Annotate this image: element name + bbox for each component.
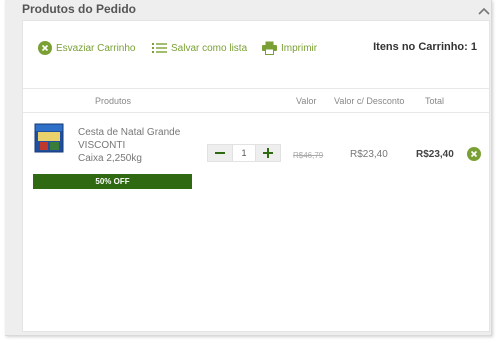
col-header-total: Total bbox=[425, 96, 445, 106]
divider bbox=[23, 88, 489, 89]
cart-count: Itens no Carrinho: 1 bbox=[373, 41, 477, 53]
cart-card: Esvaziar Carrinho Salvar como lista Impr… bbox=[22, 20, 490, 332]
empty-cart-label: Esvaziar Carrinho bbox=[56, 42, 136, 54]
discounted-price: R$23,40 bbox=[350, 149, 388, 160]
product-name-line: Cesta de Natal Grande bbox=[78, 127, 181, 138]
product-name[interactable]: Cesta de Natal Grande VISCONTI Caixa 2,2… bbox=[78, 126, 198, 165]
remove-item-button[interactable] bbox=[467, 147, 481, 161]
col-header-discount-price: Valor c/ Desconto bbox=[334, 96, 405, 106]
line-total: R$23,40 bbox=[416, 149, 454, 160]
minus-icon bbox=[215, 152, 225, 154]
quantity-stepper: 1 bbox=[207, 144, 281, 162]
quantity-input[interactable]: 1 bbox=[232, 145, 256, 161]
chevron-up-icon[interactable] bbox=[477, 3, 491, 15]
save-list-button[interactable]: Salvar como lista bbox=[152, 40, 247, 56]
list-icon bbox=[152, 42, 167, 54]
product-image[interactable] bbox=[32, 121, 66, 155]
product-brand: VISCONTI bbox=[78, 140, 126, 151]
original-price: R$46,79 bbox=[293, 151, 324, 160]
col-header-products: Produtos bbox=[95, 96, 132, 106]
x-circle-icon bbox=[467, 147, 481, 161]
discount-badge: 50% OFF bbox=[33, 174, 192, 189]
save-list-label: Salvar como lista bbox=[171, 42, 248, 54]
panel-title: Produtos do Pedido bbox=[22, 2, 136, 16]
print-label: Imprimir bbox=[281, 42, 318, 54]
plus-icon bbox=[263, 148, 273, 158]
print-button[interactable]: Imprimir bbox=[262, 40, 317, 56]
divider bbox=[23, 112, 489, 113]
empty-cart-button[interactable]: Esvaziar Carrinho bbox=[38, 40, 135, 56]
x-circle-icon bbox=[38, 41, 52, 55]
decrement-button[interactable] bbox=[208, 145, 232, 161]
col-header-price: Valor bbox=[296, 96, 317, 106]
order-products-panel: Produtos do Pedido Esvaziar Carrinho Sal… bbox=[5, 0, 492, 336]
printer-icon bbox=[262, 41, 277, 55]
product-package: Caixa 2,250kg bbox=[78, 153, 142, 164]
increment-button[interactable] bbox=[256, 145, 280, 161]
